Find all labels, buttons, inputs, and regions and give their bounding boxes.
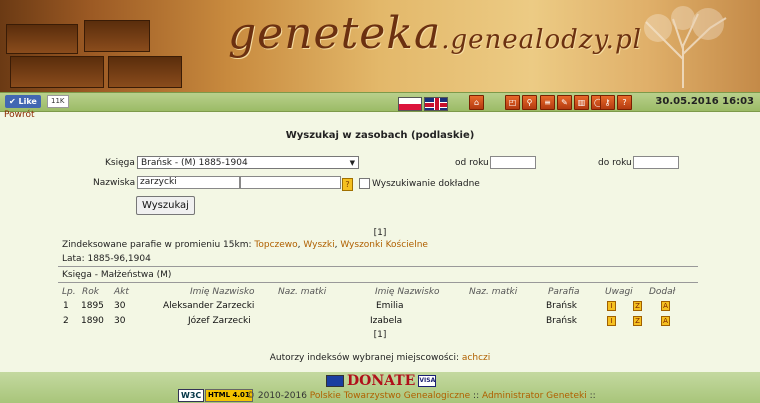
col-header-bride: Imię Nazwisko [375,287,440,297]
od-roku-input[interactable] [490,156,536,169]
authors-line: Autorzy indeksów wybranej miejscowości: … [0,353,760,363]
search-button[interactable]: Wyszukaj [136,196,195,215]
list-icon[interactable]: ≡ [540,95,555,110]
row-parafia: Brańsk [546,301,577,311]
parish-link[interactable]: Wyszki [303,240,334,250]
divider [58,282,698,283]
author-icon[interactable]: A [661,301,670,311]
ksiega-label: Księga [105,158,135,168]
drawer-decoration [108,56,182,88]
header-banner: geneteka.genealodzy.pl [0,0,760,92]
col-header-uwagi: Uwagi [605,287,633,297]
col-header-akt: Akt [114,287,129,297]
ksiega-select-value: Brańsk - (M) 1885-1904 [141,158,248,168]
donate-button[interactable]: DONATE VISA [326,373,437,389]
col-header-parafia: Parafia [548,287,580,297]
w3c-badge[interactable]: W3C [178,389,205,402]
parish-link[interactable]: Wyszonki Kościelne [340,240,428,250]
chart-icon[interactable]: ▥ [574,95,589,110]
like-count: 11K [47,95,69,108]
author-link[interactable]: achczi [462,353,490,363]
info-icon[interactable]: I [607,316,616,326]
facebook-like-button[interactable]: ✔ Like [5,95,41,108]
divider [58,266,698,267]
years-line: Lata: 1885-96,1904 [62,254,151,264]
tree-icon [644,6,727,88]
author-icon[interactable]: A [661,316,670,326]
parishes-line: Zindeksowane parafie w promieniu 15km: T… [62,240,428,250]
datetime: 30.05.2016 16:03 [655,96,754,107]
col-header-lp: Lp. [62,287,76,297]
row-lp: 1 [63,301,69,311]
row-akt: 30 [114,316,126,326]
row-rok: 1890 [81,316,104,326]
separator: :: [586,391,596,401]
row-akt: 30 [114,301,126,311]
chevron-down-icon: ▼ [349,159,355,167]
parish-link[interactable]: Topczewo [254,240,297,250]
col-header-groom: Imię Nazwisko [190,287,255,297]
pagination-bottom[interactable]: [1] [0,330,760,340]
edit-icon[interactable]: ✎ [557,95,572,110]
nazwiska-label: Nazwiska [93,178,136,188]
od-roku-label: od roku [455,158,489,168]
row-bride: Emilia [376,301,404,311]
surname-input-2[interactable] [240,176,341,189]
authors-prefix: Autorzy indeksów wybranej miejscowości: [269,353,460,363]
row-groom: Aleksander Zarzecki [163,301,255,311]
exact-search-label: Wyszukiwanie dokładne [372,179,480,189]
row-parafia: Brańsk [546,316,577,326]
info-icon[interactable]: I [607,301,616,311]
scan-icon[interactable]: Z [633,301,642,311]
col-header-groom-mother: Naz. matki [278,287,327,297]
admin-link[interactable]: Administrator Geneteki [482,391,587,401]
back-link[interactable]: Powrót [4,110,35,120]
ptg-link[interactable]: Polskie Towarzystwo Genealogiczne [310,391,470,401]
drawer-decoration [10,56,104,88]
toolbar: ✔ Like 11K ⌂ ◰ ⚲ ≡ ✎ ▥ ◯ ⚷ ? 30.05.2016 … [0,92,760,112]
home-icon[interactable]: ⌂ [469,95,484,110]
do-roku-input[interactable] [633,156,679,169]
row-rok: 1895 [81,301,104,311]
help-circle-icon[interactable]: ? [617,95,632,110]
copyright-line: © 2010-2016 Polskie Towarzystwo Genealog… [246,391,596,401]
do-roku-label: do roku [598,158,632,168]
credit-card-icon [326,375,344,387]
donate-label: DONATE [347,373,416,389]
pagination-top[interactable]: [1] [0,228,760,238]
parishes-prefix: Zindeksowane parafie w promieniu 15km: [62,240,252,250]
help-icon[interactable]: ? [342,178,353,191]
exact-search-checkbox[interactable] [359,178,370,189]
site-logo[interactable]: geneteka.genealodzy.pl [228,8,642,59]
drawer-decoration [6,24,78,54]
ksiega-select[interactable]: Brańsk - (M) 1885-1904 ▼ [137,156,359,169]
surname-input-1[interactable]: zarzycki [137,176,240,189]
polish-flag-icon[interactable] [398,97,422,111]
separator: :: [470,391,482,401]
col-header-rok: Rok [82,287,99,297]
search-icon[interactable]: ⚲ [522,95,537,110]
key-icon[interactable]: ⚷ [600,95,615,110]
english-flag-icon[interactable] [424,97,448,111]
col-header-bride-mother: Naz. matki [469,287,518,297]
row-bride: Izabela [370,316,403,326]
col-header-dodal: Dodał [649,287,676,297]
copyright-text: © 2010-2016 [246,391,307,401]
row-groom: Józef Zarzecki [188,316,251,326]
drawer-decoration [84,20,150,52]
book-title: Księga - Małżeństwa (M) [62,270,172,280]
scan-icon[interactable]: Z [633,316,642,326]
row-lp: 2 [63,316,69,326]
map-icon[interactable]: ◰ [505,95,520,110]
page-title: Wyszukaj w zasobach (podlaskie) [285,130,475,141]
visa-icon: VISA [418,375,437,387]
